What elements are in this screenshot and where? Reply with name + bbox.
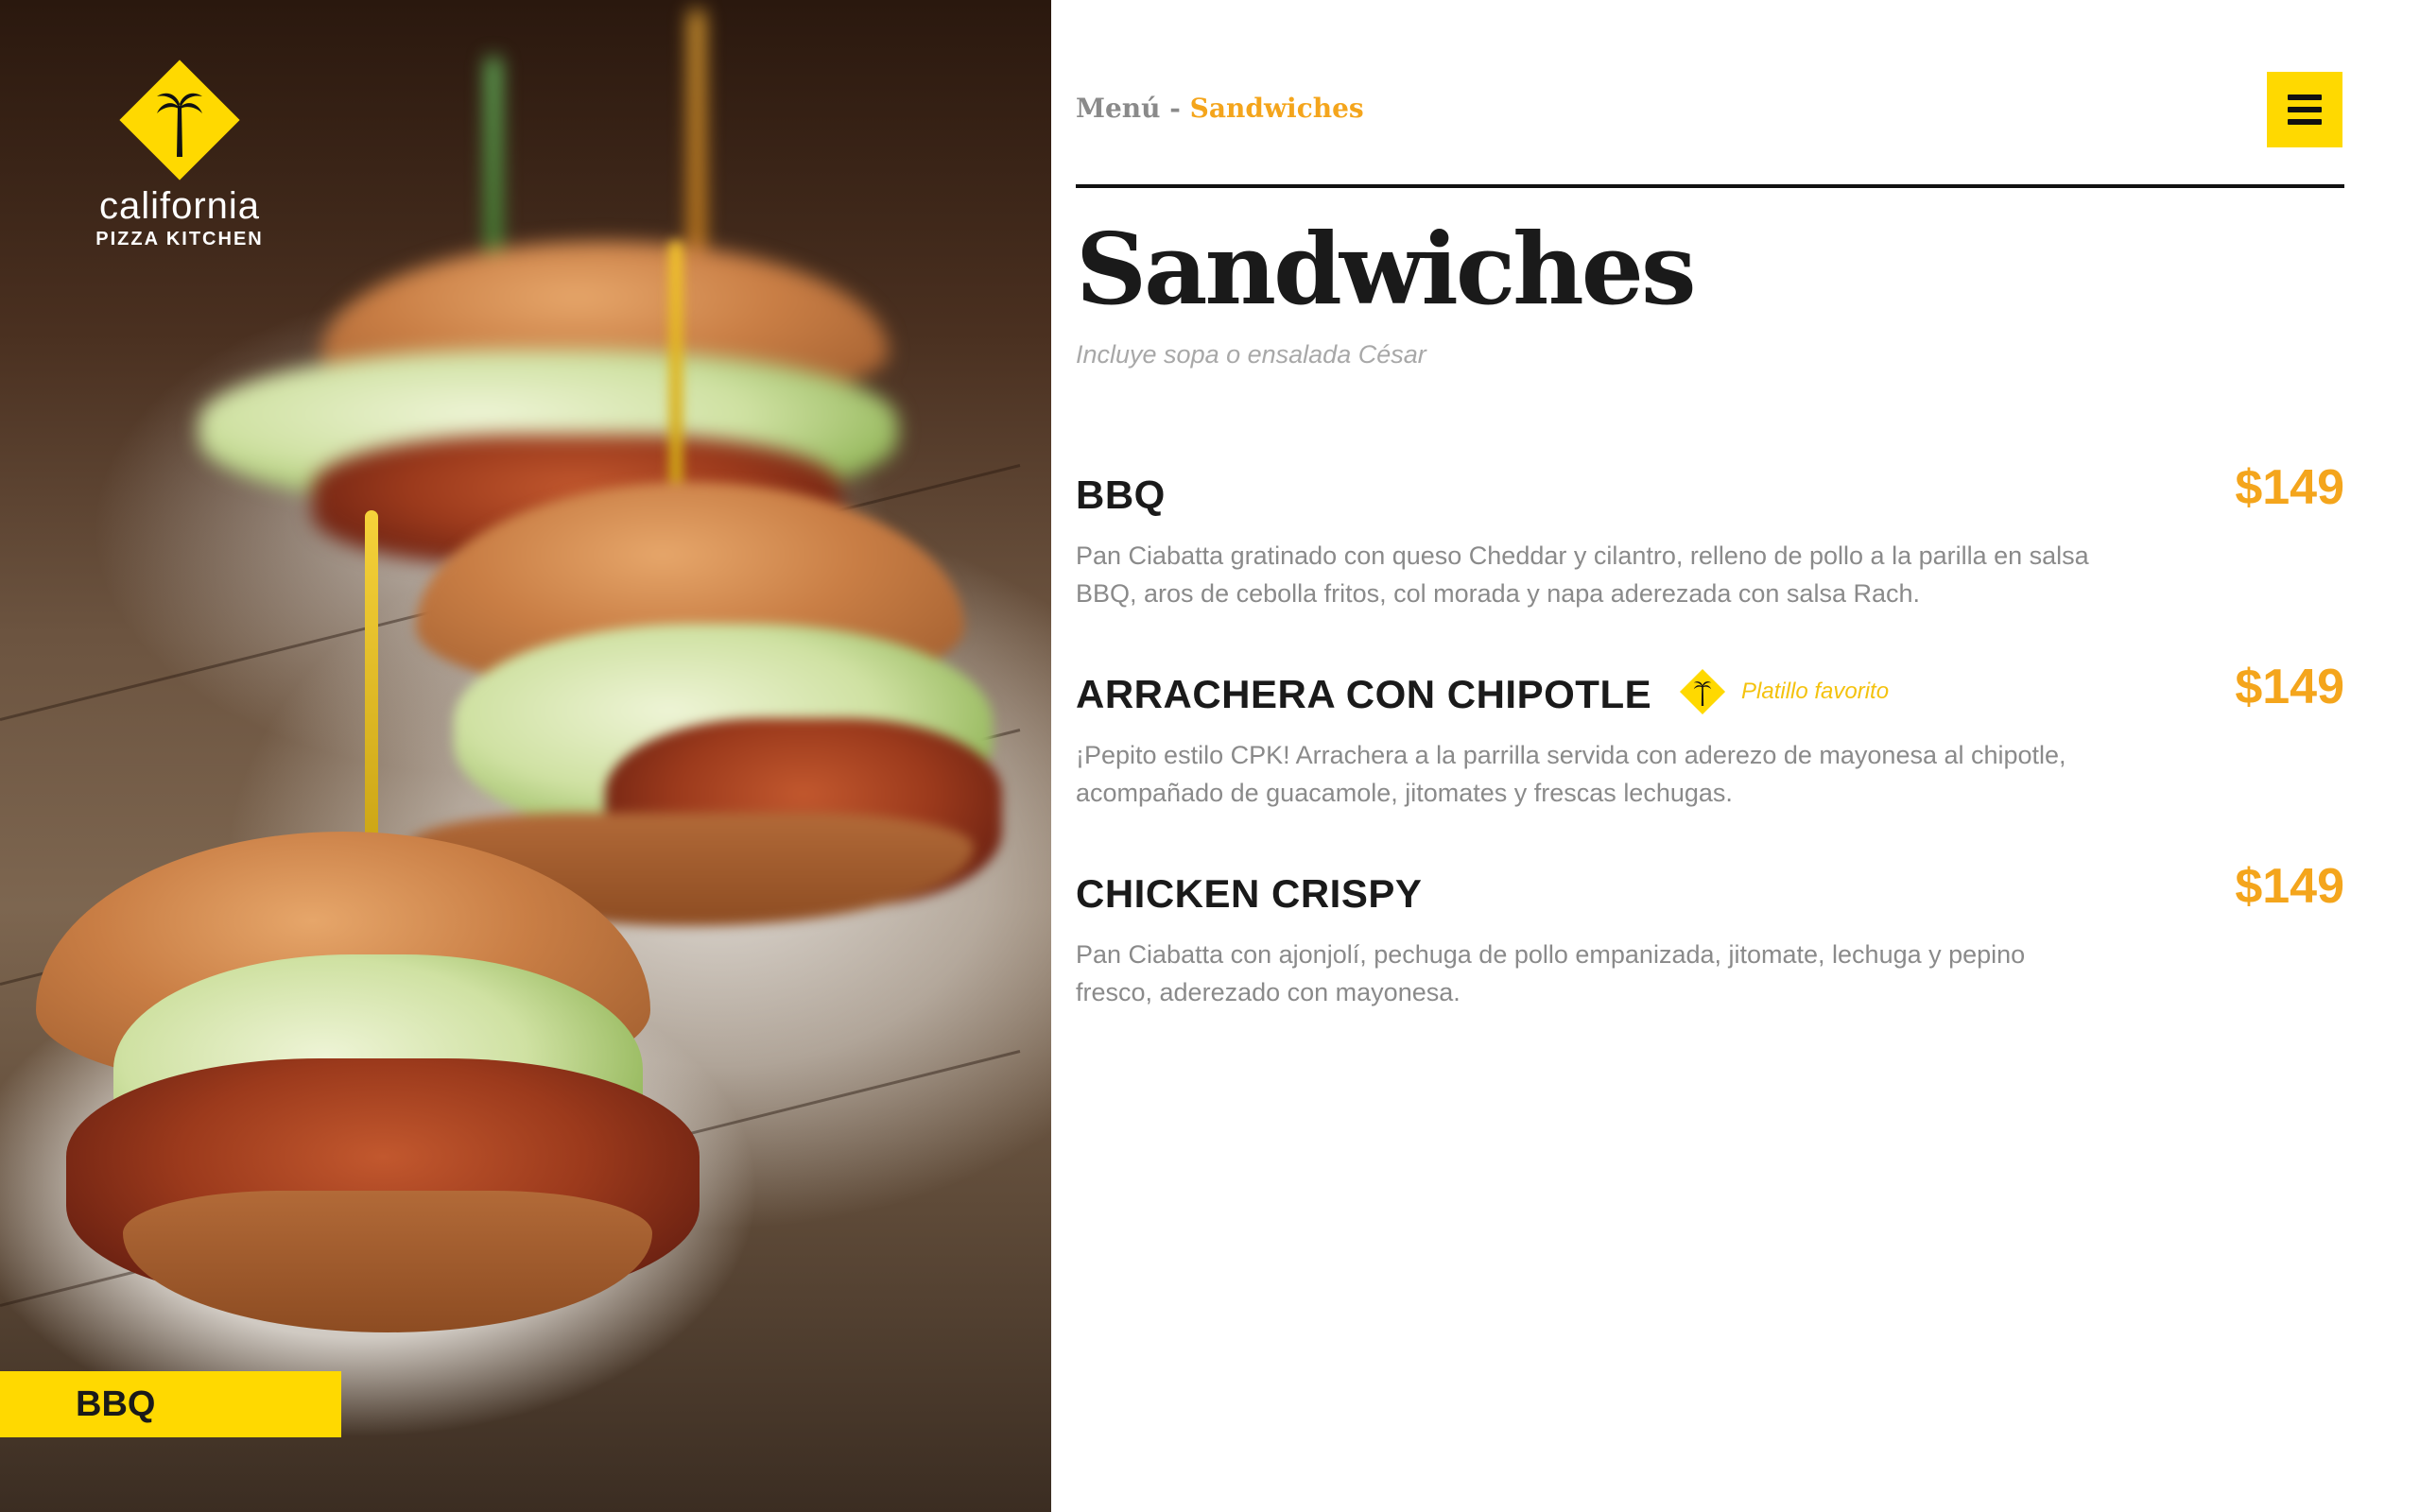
menu-item-description: ¡Pepito estilo CPK! Arrachera a la parri… — [1076, 741, 2066, 807]
breadcrumb-root-link[interactable]: Menú — [1076, 93, 1161, 124]
menu-item-price: $149 — [2235, 660, 2344, 714]
page-title: Sandwiches — [1076, 211, 1697, 327]
brand-logo[interactable]: california PIZZA KITCHEN — [72, 60, 287, 250]
menu-item-name: CHICKEN CRISPY — [1076, 871, 1423, 916]
menu-button[interactable] — [2267, 72, 2342, 147]
breadcrumb-current: Sandwiches — [1189, 93, 1364, 124]
photo-caption-label: BBQ — [76, 1383, 156, 1424]
palm-favorite-icon — [1679, 668, 1726, 715]
brand-subtitle: PIZZA KITCHEN — [95, 229, 264, 249]
photo-caption-badge: BBQ — [0, 1371, 341, 1437]
favorite-badge: Platillo favorito — [1679, 668, 1890, 715]
menu-item-name: BBQ — [1076, 472, 1166, 517]
breadcrumb-separator: - — [1160, 93, 1190, 124]
hero-photo: california PIZZA KITCHEN BBQ — [0, 0, 1051, 1512]
menu-item-price: $149 — [2235, 460, 2344, 515]
menu-item-description: Pan Ciabatta con ajonjolí, pechuga de po… — [1076, 940, 2026, 1006]
menu-item-price: $149 — [2235, 859, 2344, 914]
palm-diamond-icon — [119, 60, 240, 180]
page-subtitle: Incluye sopa o ensalada César — [1076, 340, 1426, 369]
header-divider — [1076, 184, 2344, 188]
breadcrumb: Menú - Sandwiches — [1076, 93, 1364, 124]
brand-name: california — [98, 185, 261, 227]
favorite-badge-label: Platillo favorito — [1741, 679, 1890, 704]
menu-item-description: Pan Ciabatta gratinado con queso Cheddar… — [1076, 541, 2089, 608]
menu-item-name: ARRACHERA CON CHIPOTLE — [1076, 672, 1652, 716]
